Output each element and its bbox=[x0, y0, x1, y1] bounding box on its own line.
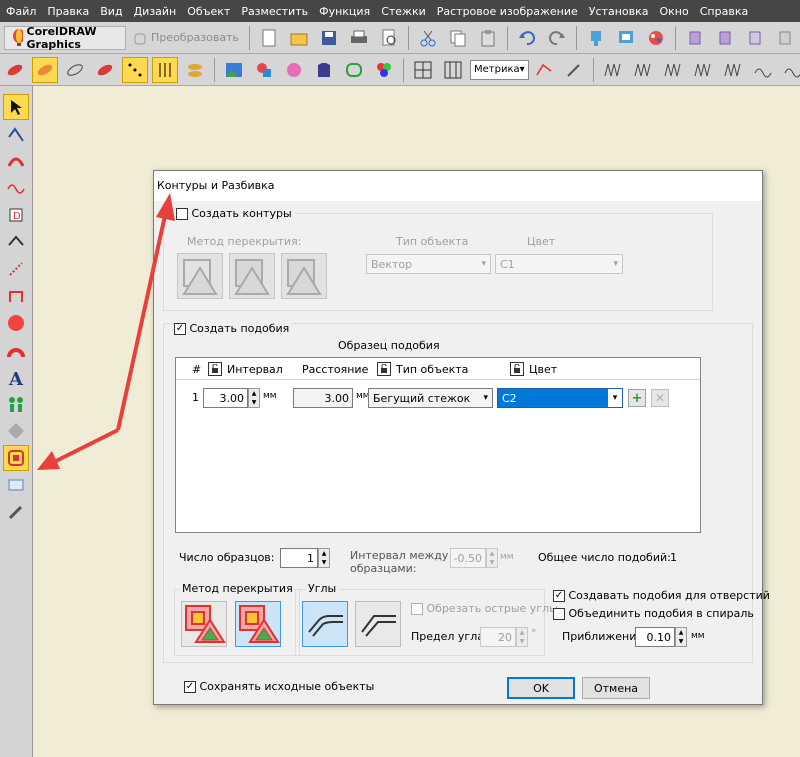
annotation-arrows bbox=[37, 193, 175, 470]
annotation-arrow-left bbox=[55, 428, 119, 463]
annotation-arrow-up bbox=[116, 210, 168, 431]
annotation-arrowhead-up bbox=[156, 193, 175, 221]
